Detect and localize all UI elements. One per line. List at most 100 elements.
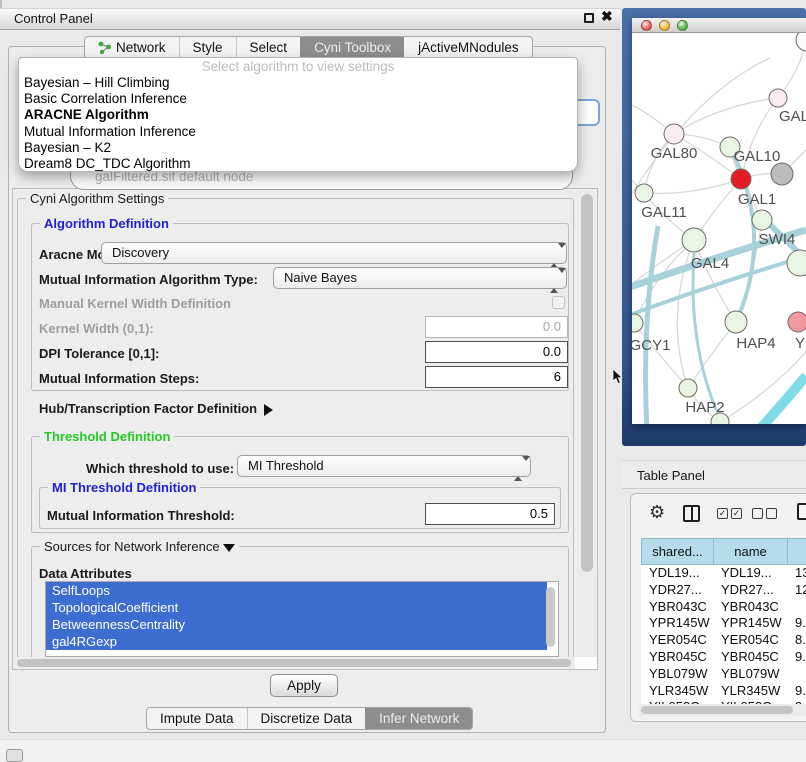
select-all-checkboxes-icon[interactable]: ✓✓ [717, 508, 742, 519]
table-cell: YBR045C [641, 649, 713, 666]
network-node[interactable] [632, 314, 643, 332]
algorithm-option[interactable]: Dream8 DC_TDC Algorithm [19, 156, 577, 172]
table-row[interactable]: YBR045CYBR045C9. [641, 649, 806, 666]
table-row[interactable]: YDL19...YDL19...13 [641, 565, 806, 582]
column-header[interactable]: name [713, 538, 787, 565]
bottom-tab-label: Impute Data [160, 711, 234, 726]
network-node[interactable] [796, 33, 806, 51]
network-node[interactable] [682, 228, 706, 252]
network-edge[interactable] [674, 98, 778, 134]
network-node[interactable] [752, 210, 772, 230]
spinner-icon [550, 246, 559, 266]
network-edge[interactable] [644, 179, 741, 193]
dpi-tolerance-label: DPI Tolerance [0,1]: [39, 346, 159, 361]
column-header[interactable]: shared... [641, 538, 713, 565]
minimize-light[interactable] [659, 20, 670, 31]
table-row[interactable]: YBR043CYBR043C [641, 599, 806, 616]
node-label: GAL1 [738, 191, 776, 208]
table-row[interactable]: YPR145WYPR145W9. [641, 615, 806, 632]
network-node[interactable] [679, 379, 697, 397]
network-node[interactable] [731, 169, 751, 189]
algorithm-option[interactable]: Basic Correlation Inference [19, 91, 577, 107]
attribute-item[interactable]: gal4RGexp [46, 633, 547, 650]
network-node[interactable] [787, 250, 806, 276]
which-threshold-label: Which threshold to use: [86, 461, 234, 476]
attributes-scrollbar[interactable] [546, 584, 557, 654]
tab-jactivemnodules[interactable]: jActiveMNodules [404, 37, 532, 58]
float-window-icon[interactable] [584, 13, 594, 23]
algorithm-option[interactable]: ARACNE Algorithm [19, 107, 577, 123]
node-label: GCY1 [632, 337, 670, 354]
tab-select[interactable]: Select [236, 37, 301, 58]
network-node[interactable] [725, 311, 747, 333]
sources-title-row[interactable]: Sources for Network Inference [40, 539, 239, 554]
network-edge[interactable] [646, 226, 658, 424]
bottom-tab-infer-network[interactable]: Infer Network [365, 708, 472, 729]
kernel-width-field[interactable]: 0.0 [425, 316, 568, 338]
network-edge[interactable] [632, 58, 770, 210]
bottom-tab-label: Infer Network [379, 711, 459, 726]
tab-network[interactable]: Network [85, 37, 179, 58]
gear-icon[interactable]: ⚙ [649, 502, 665, 523]
attribute-item[interactable]: BetweennessCentrality [46, 616, 547, 633]
table-cell: 13 [787, 565, 806, 582]
tab-style[interactable]: Style [179, 37, 236, 58]
table-cell: YBR043C [713, 599, 787, 616]
attribute-item[interactable]: TopologicalCoefficient [46, 599, 547, 616]
data-attributes-list[interactable]: SelfLoopsTopologicalCoefficientBetweenne… [45, 581, 559, 657]
network-node[interactable] [635, 184, 653, 202]
column-layout-icon[interactable] [683, 505, 700, 522]
node-label: GAL10 [734, 148, 781, 165]
which-threshold-combobox[interactable]: MI Threshold [237, 455, 531, 477]
mi-steps-field[interactable]: 6 [425, 366, 568, 388]
table-cell: YDR27... [713, 582, 787, 599]
table-cell [787, 599, 806, 616]
settings-vertical-scrollbar[interactable] [579, 191, 596, 657]
spinner-icon [514, 459, 523, 479]
close-light[interactable] [641, 20, 652, 31]
hub-definition-expander[interactable]: Hub/Transcription Factor Definition [39, 401, 273, 416]
table-row[interactable]: YER054CYER054C8. [641, 632, 806, 649]
network-edge[interactable] [722, 376, 806, 424]
table-cell: 8. [787, 632, 806, 649]
settings-horizontal-scrollbar[interactable] [15, 657, 575, 669]
network-canvas[interactable]: GALGAL80GAL10GAL1GAL11SWI4GAL4GCY1HAP4YH… [632, 33, 806, 424]
algorithm-option[interactable]: Bayesian – Hill Climbing [19, 75, 577, 91]
deselect-all-checkboxes-icon[interactable] [752, 508, 777, 519]
dpi-tolerance-field[interactable]: 0.0 [425, 341, 568, 363]
network-node[interactable] [769, 89, 787, 107]
table-cell: YBL079W [641, 666, 713, 683]
mi-steps-label: Mutual Information Steps: [39, 371, 199, 386]
attribute-item[interactable]: SelfLoops [46, 582, 547, 599]
control-panel-tabbar: NetworkStyleSelectCyni ToolboxjActiveMNo… [84, 36, 533, 59]
network-node[interactable] [771, 163, 793, 185]
bottom-tab-impute-data[interactable]: Impute Data [147, 708, 247, 729]
close-icon[interactable]: ✖ [601, 9, 613, 23]
tab-cyni-toolbox[interactable]: Cyni Toolbox [300, 37, 404, 58]
algorithm-option[interactable]: Mutual Information Inference [19, 124, 577, 140]
column-header[interactable]: A [787, 538, 806, 565]
table-cell: YBR045C [713, 649, 787, 666]
manual-kernel-width-checkbox[interactable] [552, 296, 565, 309]
table-options-icon[interactable] [797, 503, 806, 520]
apply-button[interactable]: Apply [270, 674, 338, 697]
table-cell: YBR043C [641, 599, 713, 616]
table-row[interactable]: YLR345WYLR345W9. [641, 683, 806, 700]
node-label: HAP2 [685, 399, 724, 416]
table-row[interactable]: YDR27...YDR27...12 [641, 582, 806, 599]
network-node[interactable] [664, 124, 684, 144]
algorithm-option[interactable]: Bayesian – K2 [19, 140, 577, 156]
table-cell: YLR345W [641, 683, 713, 700]
table-panel-header: Table Panel [622, 460, 806, 489]
mi-algorithm-type-combobox[interactable]: Naive Bayes [273, 267, 567, 289]
aracne-mode-combobox[interactable]: Discovery [101, 242, 567, 264]
network-edge[interactable] [741, 98, 778, 179]
zoom-light[interactable] [677, 20, 688, 31]
network-node[interactable] [788, 312, 806, 332]
mi-threshold-field[interactable]: 0.5 [425, 503, 555, 525]
bottom-left-widget[interactable] [6, 749, 23, 762]
table-row[interactable]: YBL079WYBL079W [641, 666, 806, 683]
table-horizontal-scrollbar[interactable] [639, 704, 806, 716]
bottom-tab-discretize-data[interactable]: Discretize Data [247, 708, 366, 729]
network-view-window[interactable]: GALGAL80GAL10GAL1GAL11SWI4GAL4GCY1HAP4YH… [632, 18, 806, 424]
